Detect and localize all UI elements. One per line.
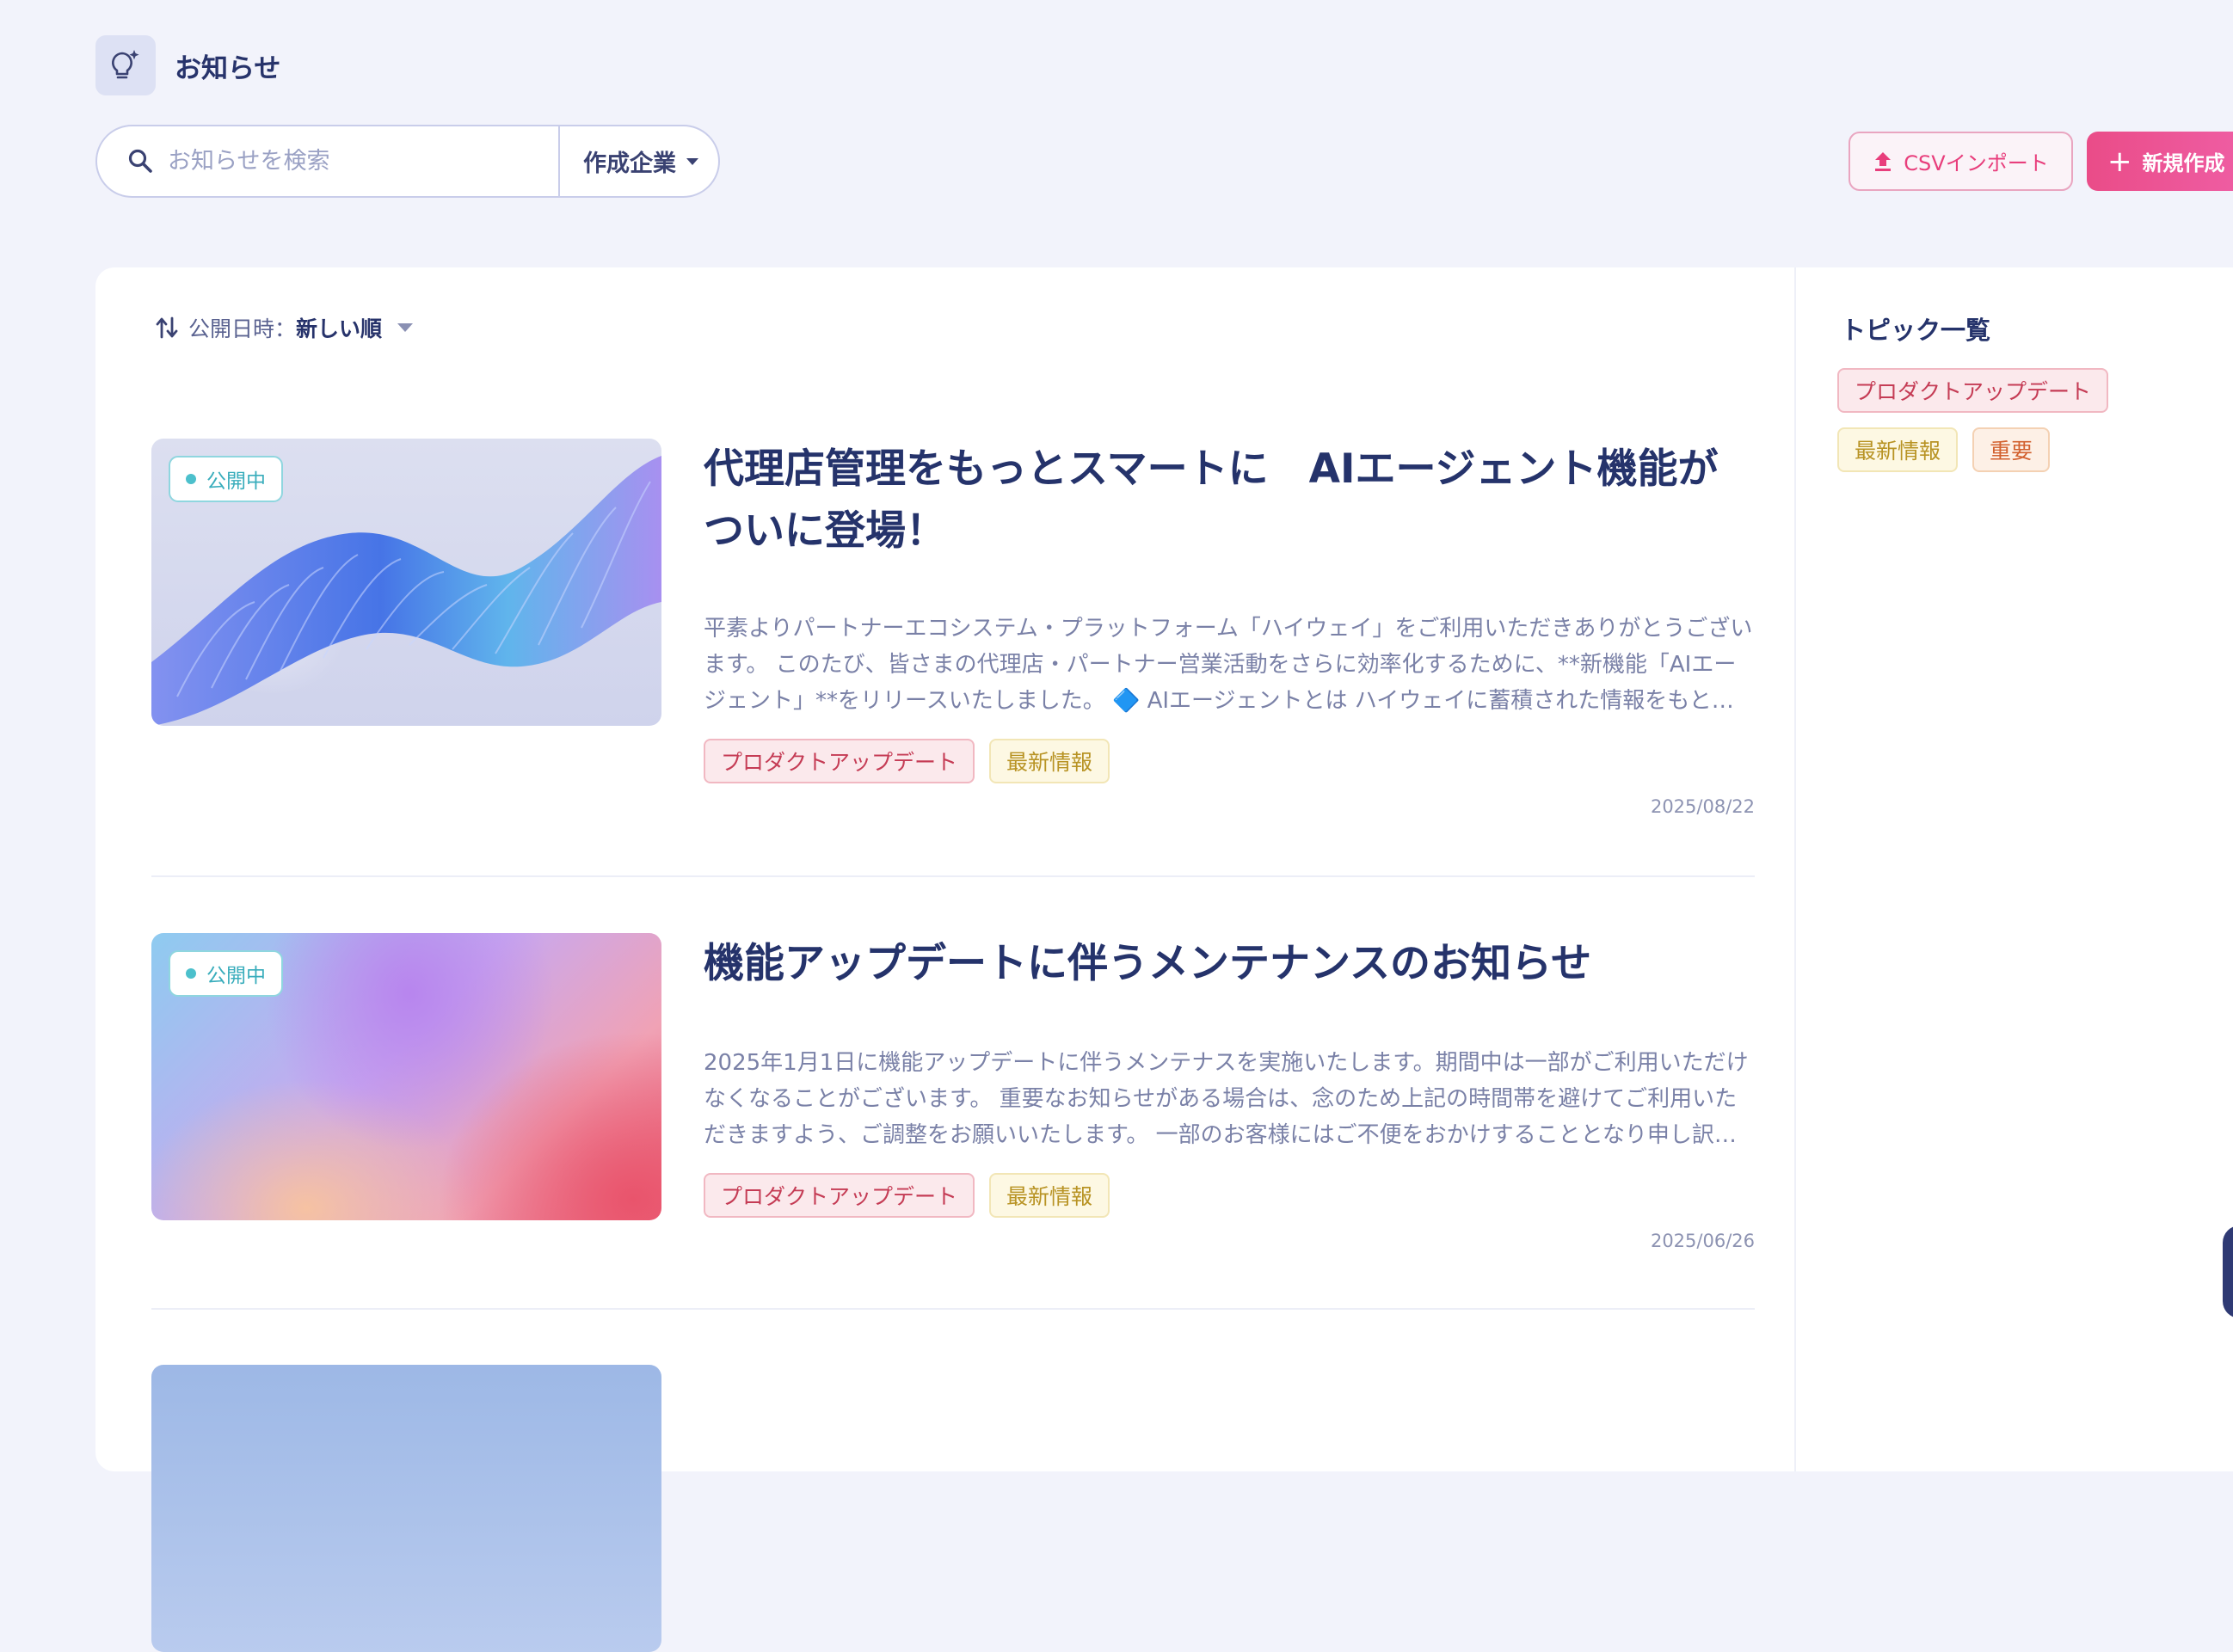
chevron-down-icon	[686, 157, 698, 165]
status-label: 公開中	[206, 965, 266, 987]
news-date: 2025/06/26	[1650, 1231, 1755, 1251]
page-header: お知らせ	[95, 35, 280, 95]
chevron-down-icon	[397, 323, 414, 332]
news-list-item[interactable]: 公開中 機能アップデートに伴うメンテナンスのお知らせ 2025年1月1日に機能ア…	[151, 933, 1755, 1277]
topics-title: トピック一覧	[1841, 316, 1991, 345]
news-thumbnail[interactable]: 公開中	[151, 933, 661, 1220]
search-icon	[126, 147, 156, 176]
news-date: 2025/08/22	[1650, 796, 1755, 817]
csv-import-button[interactable]: CSVインポート	[1849, 132, 2073, 191]
panel-divider	[1794, 267, 1796, 1471]
search-bar: 作成企業	[95, 125, 720, 198]
tag-product-update[interactable]: プロダクトアップデート	[704, 1173, 975, 1218]
company-filter-label: 作成企業	[583, 150, 676, 177]
lightbulb-sparkle-icon	[95, 35, 156, 95]
status-label: 公開中	[206, 470, 266, 493]
news-title[interactable]: 機能アップデートに伴うメンテナンスのお知らせ	[704, 933, 1755, 995]
new-create-button[interactable]: + 新規作成	[2087, 132, 2233, 191]
help-chat-button[interactable]	[2223, 1225, 2233, 1318]
tag-latest-news[interactable]: 最新情報	[989, 739, 1110, 783]
news-title[interactable]: 代理店管理をもっとスマートに AIエージェント機能がついに登場！	[704, 439, 1755, 562]
tag-latest-news[interactable]: 最新情報	[989, 1173, 1110, 1218]
sort-label: 公開日時：	[188, 316, 297, 341]
company-filter-dropdown[interactable]: 作成企業	[558, 126, 718, 196]
status-badge: 公開中	[169, 950, 283, 997]
news-thumbnail[interactable]: 公開中	[151, 439, 661, 726]
sort-arrows-icon	[156, 316, 178, 339]
news-excerpt: 2025年1月1日に機能アップデートに伴うメンテナスを実施いたします。期間中は一…	[704, 1050, 1749, 1148]
status-dot	[186, 968, 196, 979]
topic-product-update[interactable]: プロダクトアップデート	[1837, 368, 2109, 413]
news-excerpt: 平素よりパートナーエコシステム・プラットフォーム「ハイウェイ」をご利用いただきあ…	[704, 616, 1753, 714]
upload-icon	[1875, 151, 1892, 171]
status-dot	[186, 474, 196, 484]
news-list-item[interactable]: 公開中 代理店管理をもっとスマートに AIエージェント機能がついに登場！ 平素よ…	[151, 439, 1755, 817]
sort-value: 新しい順	[296, 316, 383, 341]
csv-import-label: CSVインポート	[1904, 151, 2049, 175]
search-input[interactable]	[166, 134, 514, 188]
topic-latest-news[interactable]: 最新情報	[1837, 427, 1959, 472]
news-thumbnail[interactable]	[151, 1365, 661, 1652]
status-badge: 公開中	[169, 456, 283, 502]
topics-list: プロダクトアップデート 最新情報 重要	[1837, 368, 2233, 487]
tag-product-update[interactable]: プロダクトアップデート	[704, 739, 975, 783]
news-tags: プロダクトアップデート 最新情報	[704, 1173, 1124, 1218]
new-create-label: 新規作成	[2142, 151, 2225, 175]
news-list-item[interactable]	[151, 1365, 1755, 1652]
news-tags: プロダクトアップデート 最新情報	[704, 739, 1124, 783]
topic-important[interactable]: 重要	[1972, 427, 2051, 472]
item-divider	[151, 875, 1755, 877]
plus-icon: +	[2107, 144, 2132, 179]
item-divider	[151, 1308, 1755, 1310]
page-title: お知らせ	[175, 52, 281, 84]
sort-dropdown[interactable]: 公開日時： 新しい順	[156, 312, 414, 343]
news-panel: 公開日時： 新しい順 公開中 代理店管理をもっとスマートに AIエージェント機能…	[95, 267, 2233, 1652]
